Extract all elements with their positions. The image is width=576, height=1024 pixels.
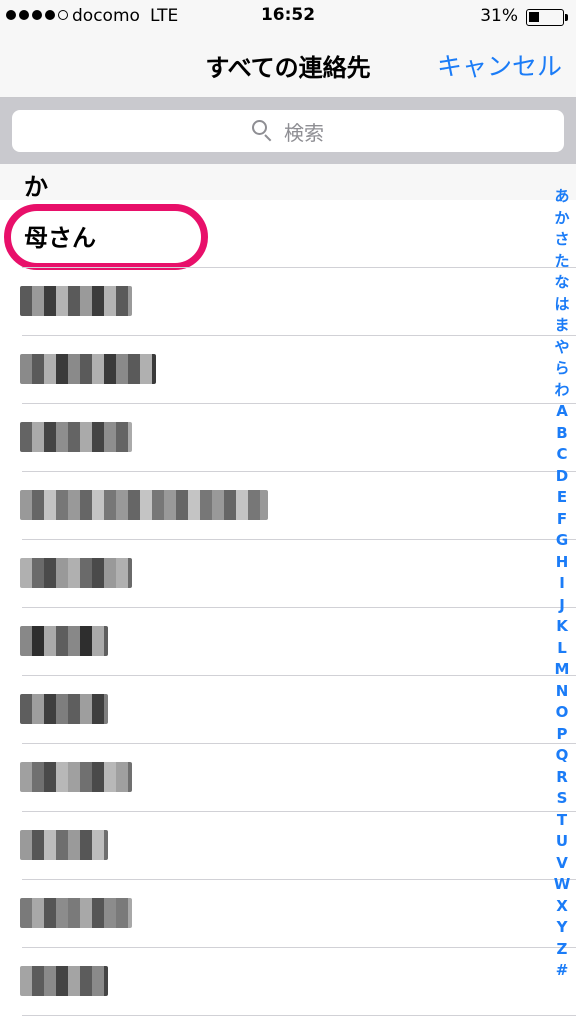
index-letter[interactable]: B bbox=[556, 423, 567, 445]
contact-name: 母さん bbox=[24, 224, 96, 252]
index-letter[interactable]: X bbox=[556, 896, 568, 918]
contact-row[interactable] bbox=[0, 540, 576, 608]
contact-row[interactable] bbox=[0, 472, 576, 540]
index-letter[interactable]: T bbox=[557, 810, 567, 832]
battery-percent: 31% bbox=[480, 6, 518, 26]
navigation-bar: すべての連絡先 キャンセル bbox=[0, 34, 576, 98]
index-letter[interactable]: A bbox=[556, 401, 568, 423]
index-letter[interactable]: か bbox=[554, 208, 569, 230]
index-letter[interactable]: た bbox=[554, 251, 569, 273]
index-letter[interactable]: Q bbox=[556, 745, 569, 767]
index-letter[interactable]: さ bbox=[554, 229, 569, 251]
index-letter[interactable]: V bbox=[556, 853, 568, 875]
section-header: か bbox=[0, 164, 576, 201]
contact-row[interactable] bbox=[0, 268, 576, 336]
section-header-label: か bbox=[24, 173, 48, 201]
index-letter[interactable]: M bbox=[555, 659, 570, 681]
index-letter[interactable]: な bbox=[554, 272, 569, 294]
index-letter[interactable]: Z bbox=[557, 939, 568, 961]
index-letter[interactable]: U bbox=[556, 831, 568, 853]
contact-row[interactable] bbox=[0, 880, 576, 948]
index-letter[interactable]: N bbox=[556, 681, 569, 703]
index-letter[interactable]: P bbox=[557, 724, 568, 746]
search-input[interactable]: 検索 bbox=[12, 110, 564, 152]
blurred-contact-name bbox=[20, 966, 108, 996]
index-letter[interactable]: ま bbox=[554, 315, 569, 337]
battery-icon bbox=[526, 9, 564, 26]
index-letter[interactable]: R bbox=[556, 767, 568, 789]
index-letter[interactable]: W bbox=[554, 874, 571, 896]
blurred-contact-name bbox=[20, 762, 132, 792]
blurred-contact-name bbox=[20, 694, 108, 724]
contact-row[interactable] bbox=[0, 336, 576, 404]
index-letter[interactable]: F bbox=[557, 509, 567, 531]
index-letter[interactable]: G bbox=[556, 530, 568, 552]
search-placeholder: 検索 bbox=[284, 120, 324, 145]
search-icon bbox=[252, 120, 274, 142]
blurred-contact-name bbox=[20, 286, 132, 316]
index-letter[interactable]: Y bbox=[557, 917, 568, 939]
blurred-contact-name bbox=[20, 830, 108, 860]
index-letter[interactable]: や bbox=[554, 337, 569, 359]
index-letter[interactable]: # bbox=[556, 960, 569, 982]
battery-tip bbox=[565, 14, 568, 21]
blurred-contact-name bbox=[20, 558, 132, 588]
contact-row[interactable] bbox=[0, 744, 576, 812]
contact-row[interactable] bbox=[0, 948, 576, 1016]
index-letter[interactable]: E bbox=[557, 487, 567, 509]
index-letter[interactable]: D bbox=[556, 466, 568, 488]
cancel-button[interactable]: キャンセル bbox=[437, 47, 562, 83]
contact-row[interactable] bbox=[0, 404, 576, 472]
index-letter[interactable]: I bbox=[559, 573, 565, 595]
index-letter[interactable]: J bbox=[559, 595, 565, 617]
index-letter[interactable]: L bbox=[557, 638, 567, 660]
blurred-contact-name bbox=[20, 626, 108, 656]
index-letter[interactable]: ら bbox=[554, 358, 569, 380]
index-letter[interactable]: は bbox=[554, 294, 569, 316]
search-area: 検索 bbox=[0, 98, 576, 164]
contact-row[interactable] bbox=[0, 676, 576, 744]
contact-row[interactable] bbox=[0, 608, 576, 676]
index-letter[interactable]: O bbox=[556, 702, 569, 724]
index-letter[interactable]: C bbox=[556, 444, 567, 466]
section-index-bar[interactable]: あかさたなはまやらわ A B C D E F G H I J K L M N O P Q R S T U V W X Y Z # bbox=[552, 186, 572, 982]
index-letter[interactable]: あ bbox=[554, 186, 569, 208]
blurred-contact-name bbox=[20, 354, 156, 384]
contact-list: 母さん bbox=[0, 200, 576, 1016]
index-letter[interactable]: H bbox=[556, 552, 569, 574]
index-letter[interactable]: S bbox=[557, 788, 568, 810]
index-letter[interactable]: わ bbox=[554, 380, 569, 402]
blurred-contact-name bbox=[20, 490, 268, 520]
contact-row[interactable] bbox=[0, 812, 576, 880]
status-bar: docomo LTE 16:52 31% bbox=[0, 0, 576, 34]
blurred-contact-name bbox=[20, 422, 132, 452]
contact-row-highlighted[interactable]: 母さん bbox=[0, 200, 576, 270]
index-letter[interactable]: K bbox=[556, 616, 568, 638]
blurred-contact-name bbox=[20, 898, 132, 928]
